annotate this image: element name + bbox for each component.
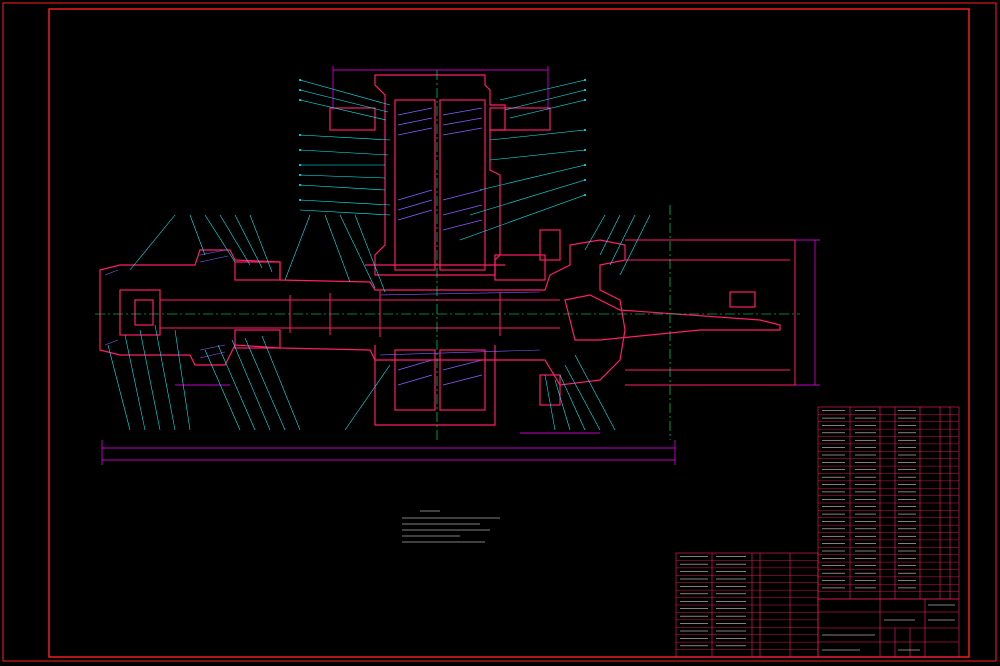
engineering-drawing-sheet — [0, 0, 1000, 666]
